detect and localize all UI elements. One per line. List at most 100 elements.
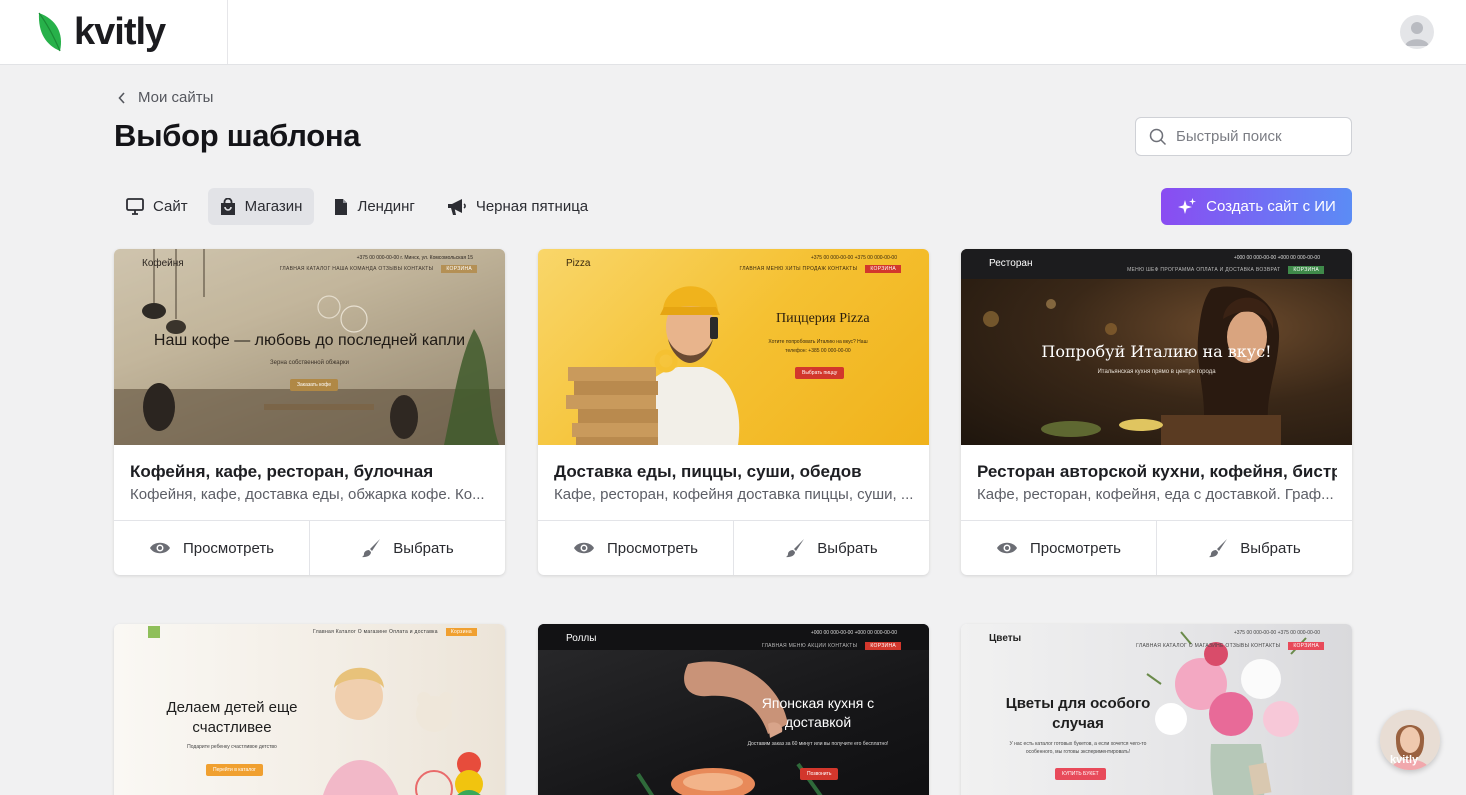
preview-links: ГЛАВНАЯ МЕНЮ ХИТЫ ПРОДАЖ КОНТАКТЫ КОРЗИН… bbox=[739, 265, 901, 273]
eye-icon bbox=[996, 542, 1017, 554]
preview-cta: Позвонить bbox=[800, 768, 839, 780]
select-button-label: Выбрать bbox=[393, 539, 454, 557]
select-button-label: Выбрать bbox=[817, 539, 878, 557]
preview-brand: Ресторан bbox=[989, 258, 1033, 269]
template-card: Цветы +375 00 000-00-00 +375 00 000-00-0… bbox=[961, 624, 1352, 795]
preview-nav: Кофейня +375 00 000-00-00 г. Минск, ул. … bbox=[114, 249, 505, 279]
tab-black-friday[interactable]: Черная пятница bbox=[435, 188, 600, 225]
preview-links: ГЛАВНАЯ КАТАЛОГ НАША КОМАНДА ОТЗЫВЫ КОНТ… bbox=[280, 265, 477, 273]
preview-nav: Цветы +375 00 000-00-00 +375 00 000-00-0… bbox=[961, 624, 1352, 654]
preview-links: МЕНЮ ШЕФ ПРОГРАММА ОПЛАТА И ДОСТАВКА ВОЗ… bbox=[1127, 266, 1324, 274]
preview-nav: Главная Каталог О магазине Оплата и дост… bbox=[114, 624, 505, 654]
preview-contacts: +000 00 000-00-00 +000 00 000-00-00 bbox=[1233, 255, 1320, 261]
preview-subtitle: Подарите ребенку счастливое детство bbox=[187, 744, 277, 750]
preview-links-text: ГЛАВНАЯ КАТАЛОГ НАША КОМАНДА ОТЗЫВЫ КОНТ… bbox=[279, 266, 434, 272]
document-icon bbox=[335, 198, 348, 215]
card-description: Кафе, ресторан, кофейня, еда с доставкой… bbox=[977, 486, 1334, 503]
preview-subtitle: Зерна собственной обжарки bbox=[270, 360, 349, 366]
preview-cart: КОРЗИНА bbox=[1288, 642, 1324, 650]
preview-button[interactable]: Просмотреть bbox=[538, 521, 733, 575]
preview-cta: Выбрать пиццу bbox=[795, 367, 845, 379]
preview-headline: Попробуй Италию на вкус! bbox=[1041, 342, 1272, 361]
preview-cart: Корзина bbox=[445, 628, 477, 636]
template-preview[interactable]: Кофейня +375 00 000-00-00 г. Минск, ул. … bbox=[114, 249, 505, 445]
preview-headline: Пиццерия Pizza bbox=[776, 311, 870, 326]
select-button[interactable]: Выбрать bbox=[1156, 521, 1352, 575]
logo[interactable]: kvitly bbox=[0, 0, 228, 64]
brush-icon bbox=[1209, 539, 1228, 558]
megaphone-icon bbox=[447, 198, 466, 215]
leaf-logo-icon bbox=[38, 12, 62, 52]
user-icon bbox=[1405, 22, 1429, 46]
template-preview[interactable]: Главная Каталог О магазине Оплата и дост… bbox=[114, 624, 505, 795]
brush-icon bbox=[362, 539, 381, 558]
preview-links: ГЛАВНАЯ МЕНЮ АКЦИИ КОНТАКТЫ КОРЗИНА bbox=[762, 642, 901, 650]
user-avatar[interactable] bbox=[1400, 15, 1434, 49]
shopping-bag-icon bbox=[220, 197, 235, 215]
preview-links-text: МЕНЮ ШЕФ ПРОГРАММА ОПЛАТА И ДОСТАВКА ВОЗ… bbox=[1127, 267, 1281, 273]
tab-site[interactable]: Сайт bbox=[114, 188, 200, 225]
preview-headline: Наш кофе — любовь до последней капли bbox=[153, 332, 466, 349]
preview-brand: Pizza bbox=[566, 258, 591, 269]
select-button[interactable]: Выбрать bbox=[733, 521, 929, 575]
ai-button-label: Создать сайт с ИИ bbox=[1206, 198, 1336, 215]
card-description: Кофейня, кафе, доставка еды, обжарка коф… bbox=[130, 486, 485, 503]
tab-label: Черная пятница bbox=[475, 198, 589, 215]
card-actions: Просмотреть Выбрать bbox=[538, 520, 929, 575]
card-description: Кафе, ресторан, кофейня доставка пиццы, … bbox=[554, 486, 914, 503]
preview-brand: Цветы bbox=[989, 633, 1022, 644]
tab-landing[interactable]: Лендинг bbox=[322, 188, 426, 225]
page-title: Выбор шаблона bbox=[114, 118, 361, 153]
preview-subtitle: У нас есть каталог готовых букетов, а ес… bbox=[1009, 741, 1147, 755]
template-card: Pizza +375 00 000-00-00 +375 00 000-00-0… bbox=[538, 249, 929, 575]
preview-cta: Заказать кофе bbox=[290, 379, 338, 391]
search-icon bbox=[1149, 128, 1167, 145]
card-title: Ресторан авторской кухни, кофейня, бистр… bbox=[977, 462, 1337, 481]
preview-button[interactable]: Просмотреть bbox=[961, 521, 1156, 575]
category-tabs: Сайт Магазин Лендинг Черная пятница bbox=[114, 188, 600, 225]
chevron-left-icon bbox=[118, 91, 125, 104]
select-button-label: Выбрать bbox=[1240, 539, 1301, 557]
preview-button-label: Просмотреть bbox=[606, 539, 699, 557]
card-actions: Просмотреть Выбрать bbox=[961, 520, 1352, 575]
template-card: Кофейня +375 00 000-00-00 г. Минск, ул. … bbox=[114, 249, 505, 575]
tab-shop[interactable]: Магазин bbox=[207, 188, 315, 225]
sparkles-icon bbox=[1178, 197, 1197, 214]
preview-contacts: +375 00 000-00-00 +375 00 000-00-00 bbox=[1233, 630, 1320, 636]
template-preview[interactable]: Pizza +375 00 000-00-00 +375 00 000-00-0… bbox=[538, 249, 929, 445]
template-preview[interactable]: Роллы +000 00 000-00-00 +000 00 000-00-0… bbox=[538, 624, 929, 795]
select-button[interactable]: Выбрать bbox=[309, 521, 505, 575]
preview-button[interactable]: Просмотреть bbox=[114, 521, 309, 575]
chat-widget-label: kvitly bbox=[1390, 754, 1419, 766]
card-actions: Просмотреть Выбрать bbox=[114, 520, 505, 575]
preview-button-label: Просмотреть bbox=[182, 539, 275, 557]
search-input[interactable] bbox=[1176, 128, 1336, 145]
preview-links-text: ГЛАВНАЯ МЕНЮ ХИТЫ ПРОДАЖ КОНТАКТЫ bbox=[739, 266, 858, 272]
search-box bbox=[1135, 117, 1352, 156]
preview-subtitle: Итальянская кухня прямо в центре города bbox=[1097, 369, 1216, 375]
preview-headline: Делаем детей еще счастливее bbox=[166, 699, 298, 736]
eye-icon bbox=[149, 542, 170, 554]
preview-headline: Цветы для особого случая bbox=[1005, 695, 1151, 732]
top-bar: kvitly bbox=[0, 0, 1466, 65]
tab-label: Магазин bbox=[244, 198, 303, 215]
template-preview[interactable]: Ресторан +000 00 000-00-00 +000 00 000-0… bbox=[961, 249, 1352, 445]
preview-cta: КУПИТЬ БУКЕТ bbox=[1055, 768, 1106, 780]
chat-widget[interactable]: kvitly bbox=[1380, 710, 1440, 770]
logo-text: kvitly bbox=[74, 11, 166, 53]
card-title: Доставка еды, пиццы, суши, обедов bbox=[554, 462, 862, 481]
preview-links: Главная Каталог О магазине Оплата и дост… bbox=[313, 628, 477, 636]
preview-cart: КОРЗИНА bbox=[865, 265, 901, 273]
preview-cta: Перейти в каталог bbox=[206, 764, 263, 776]
tab-label: Лендинг bbox=[357, 198, 415, 215]
create-with-ai-button[interactable]: Создать сайт с ИИ bbox=[1161, 188, 1352, 225]
breadcrumb-label: Мои сайты bbox=[138, 89, 214, 106]
preview-nav: Роллы +000 00 000-00-00 +000 00 000-00-0… bbox=[538, 624, 929, 654]
preview-subtitle: Доставим заказ за 60 минут или вы получи… bbox=[747, 741, 889, 747]
preview-cart: КОРЗИНА bbox=[441, 265, 477, 273]
template-preview[interactable]: Цветы +375 00 000-00-00 +375 00 000-00-0… bbox=[961, 624, 1352, 795]
preview-links-text: ГЛАВНАЯ КАТАЛОГ О МАГАЗИНЕ ОТЗЫВЫ КОНТАК… bbox=[1136, 643, 1281, 649]
preview-links-text: ГЛАВНАЯ МЕНЮ АКЦИИ КОНТАКТЫ bbox=[761, 643, 858, 649]
card-title: Кофейня, кафе, ресторан, булочная bbox=[130, 462, 434, 481]
breadcrumb[interactable]: Мои сайты bbox=[118, 89, 213, 106]
